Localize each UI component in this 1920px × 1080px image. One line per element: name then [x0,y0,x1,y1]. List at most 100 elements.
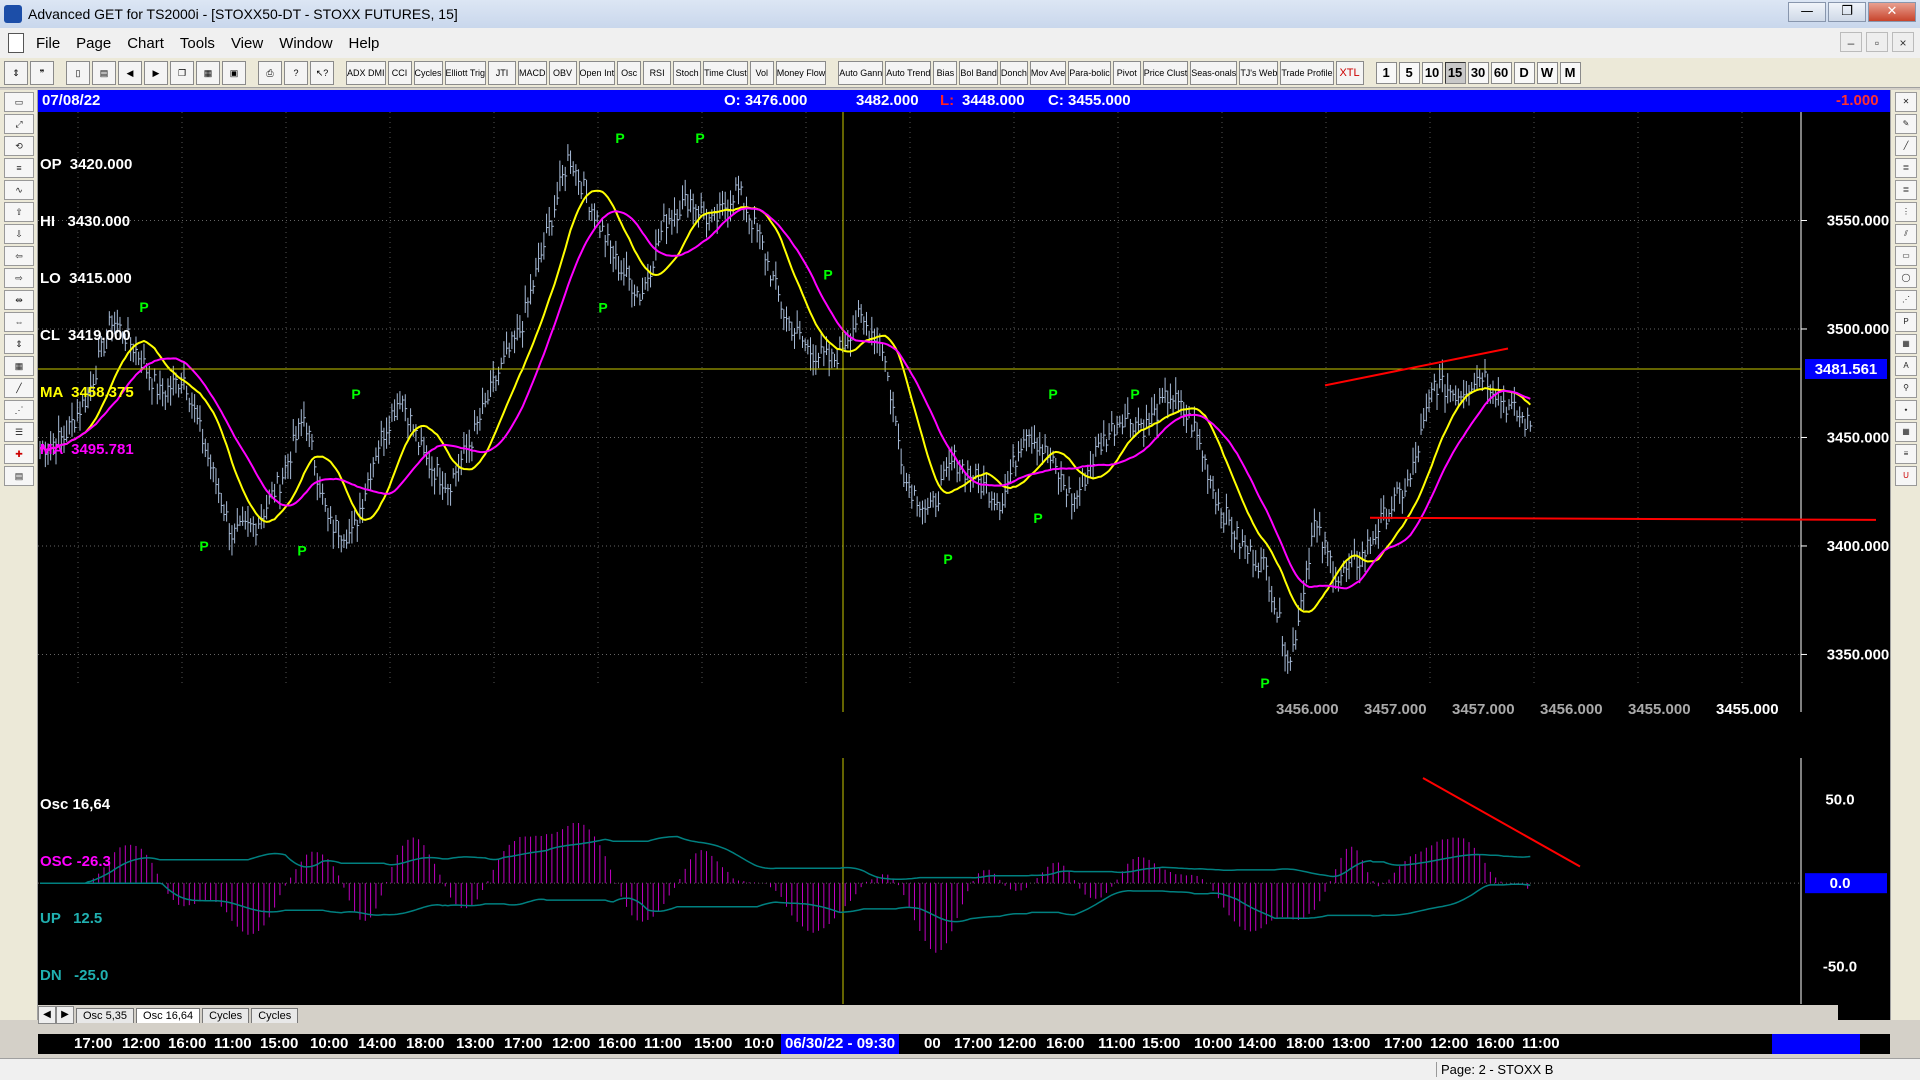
grid-tool-icon[interactable]: ▦ [4,356,34,376]
chart-window[interactable]: 07/08/22 O: 3476.000 3482.000 L: 3448.00… [38,90,1890,1025]
list-icon[interactable]: ≡ [1895,444,1917,464]
price-chart[interactable]: 3550.000 3500.000 3450.000 3400.000 3350.000… [38,112,1890,752]
study-jti[interactable]: JTI [488,60,517,85]
document-icon[interactable] [8,33,24,53]
study-xtl[interactable]: XTL [1335,60,1364,85]
reset-icon[interactable]: ⟲ [4,136,34,156]
study-stoch[interactable]: Stoch [673,60,702,85]
study-price-clust[interactable]: Price Clust [1142,60,1189,85]
briefcase-icon[interactable]: ▭ [4,92,34,112]
study-mov-ave[interactable]: Mov Ave [1029,60,1067,85]
menu-file[interactable]: File [28,35,68,52]
period-m[interactable]: M [1559,61,1581,84]
gann-icon[interactable]: ⋰ [4,400,34,420]
grid-icon[interactable]: ▦ [196,60,220,85]
pencil-icon[interactable]: ✎ [1895,114,1917,134]
fan-icon[interactable]: ⋰ [1895,290,1917,310]
study-osc[interactable]: Osc [617,60,642,85]
study-obv[interactable]: OBV [548,60,577,85]
context-help-icon[interactable]: ↖? [310,60,334,85]
study-vol[interactable]: Vol [749,60,774,85]
expand-icon[interactable]: ⇔ [4,312,34,332]
menu-window[interactable]: Window [271,35,340,52]
period-d[interactable]: D [1513,61,1535,84]
period-1[interactable]: 1 [1375,61,1397,84]
mdi-minimize-button[interactable]: – [1840,32,1862,52]
magnifier-icon[interactable]: ⚲ [1895,378,1917,398]
period-w[interactable]: W [1536,61,1558,84]
oscillator-chart[interactable]: 50.0 0.0 -50.0 [38,758,1890,1004]
study-open-int[interactable]: Open Int [578,60,616,85]
back-icon[interactable]: ◀ [118,60,142,85]
arrow-right-icon[interactable]: ⇨ [4,268,34,288]
print-icon[interactable]: ⎙ [258,60,282,85]
study-bol-band[interactable]: Bol Band [959,60,998,85]
study-parabolic[interactable]: Para-bolic [1068,60,1111,85]
minimize-button[interactable]: — [1788,2,1826,22]
study-adx-dmi[interactable]: ADX DMI [346,60,386,85]
menu-chart[interactable]: Chart [119,35,172,52]
calculator-icon[interactable]: ▦ [1895,422,1917,442]
mdi-close-button[interactable]: × [1892,32,1914,52]
arrow-up-icon[interactable]: ⇧ [4,202,34,222]
period-60[interactable]: 60 [1490,61,1512,84]
fib-time-icon[interactable]: ⋮ [1895,202,1917,222]
period-30[interactable]: 30 [1467,61,1489,84]
marker-icon[interactable]: ⬩ [1895,400,1917,420]
period-10[interactable]: 10 [1421,61,1443,84]
clipboard-icon[interactable]: ▤ [4,466,34,486]
fib-retrace-icon[interactable]: ≣ [1895,158,1917,178]
tab-cycles-2[interactable]: Cycles [251,1007,299,1023]
tab-osc-5-35[interactable]: Osc 5,35 [76,1007,135,1023]
study-elliott-trig[interactable]: Elliott Trig [444,60,487,85]
copy-icon[interactable]: ❐ [170,60,194,85]
lines-icon[interactable]: ╱ [4,378,34,398]
study-tool-icon[interactable]: ≡ [4,158,34,178]
crosshair-icon[interactable]: ✚ [4,444,34,464]
text-tool-icon[interactable]: A [1895,356,1917,376]
menu-tools[interactable]: Tools [172,35,223,52]
close-button[interactable]: ✕ [1868,2,1916,22]
pointer-icon[interactable]: ⇕ [4,60,28,85]
forward-icon[interactable]: ▶ [144,60,168,85]
quote-icon[interactable]: ❞ [30,60,54,85]
box-icon[interactable]: ▭ [1895,246,1917,266]
mdi-restore-button[interactable]: ▫ [1866,32,1888,52]
study-auto-gann[interactable]: Auto Gann [838,60,884,85]
study-rsi[interactable]: RSI [643,60,672,85]
arrow-down-icon[interactable]: ⇩ [4,224,34,244]
layout-icon[interactable]: ▣ [222,60,246,85]
zoom-out-icon[interactable]: ⤢ [4,114,34,134]
maximize-button[interactable]: ❐ [1828,2,1866,22]
magnet-icon[interactable]: U [1895,466,1917,486]
study-cycles[interactable]: Cycles [413,60,443,85]
tab-prev-icon[interactable]: ◀ [38,1006,56,1024]
vertical-scale-icon[interactable]: ⇕ [4,334,34,354]
study-money-flow[interactable]: Money Flow [775,60,827,85]
tab-cycles[interactable]: Cycles [202,1007,250,1023]
new-page-icon[interactable]: ▯ [66,60,90,85]
menu-view[interactable]: View [223,35,271,52]
study-bias[interactable]: Bias [933,60,958,85]
fib-icon[interactable]: ☰ [4,422,34,442]
ellipse-icon[interactable]: ◯ [1895,268,1917,288]
study-time-clust[interactable]: Time Clust [703,60,748,85]
menu-page[interactable]: Page [68,35,119,52]
mob-icon[interactable]: ▦ [1895,334,1917,354]
elliott-icon[interactable]: ∿ [4,180,34,200]
study-trade-profile[interactable]: Trade Profile [1280,60,1334,85]
channel-icon[interactable]: ⫽ [1895,224,1917,244]
compress-icon[interactable]: ⇹ [4,290,34,310]
study-pivot[interactable]: Pivot [1112,60,1141,85]
tab-next-icon[interactable]: ▶ [56,1006,74,1024]
study-auto-trend[interactable]: Auto Trend [885,60,932,85]
help-icon[interactable]: ? [284,60,308,85]
open-icon[interactable]: ▤ [92,60,116,85]
fib-ext-icon[interactable]: ≣ [1895,180,1917,200]
study-seasonals[interactable]: Seas-onals [1190,60,1238,85]
study-cci[interactable]: CCI [387,60,412,85]
arrow-left-icon[interactable]: ⇦ [4,246,34,266]
delete-tool-icon[interactable]: ✕ [1895,92,1917,112]
tab-osc-16-64[interactable]: Osc 16,64 [136,1007,201,1023]
menu-help[interactable]: Help [341,35,388,52]
